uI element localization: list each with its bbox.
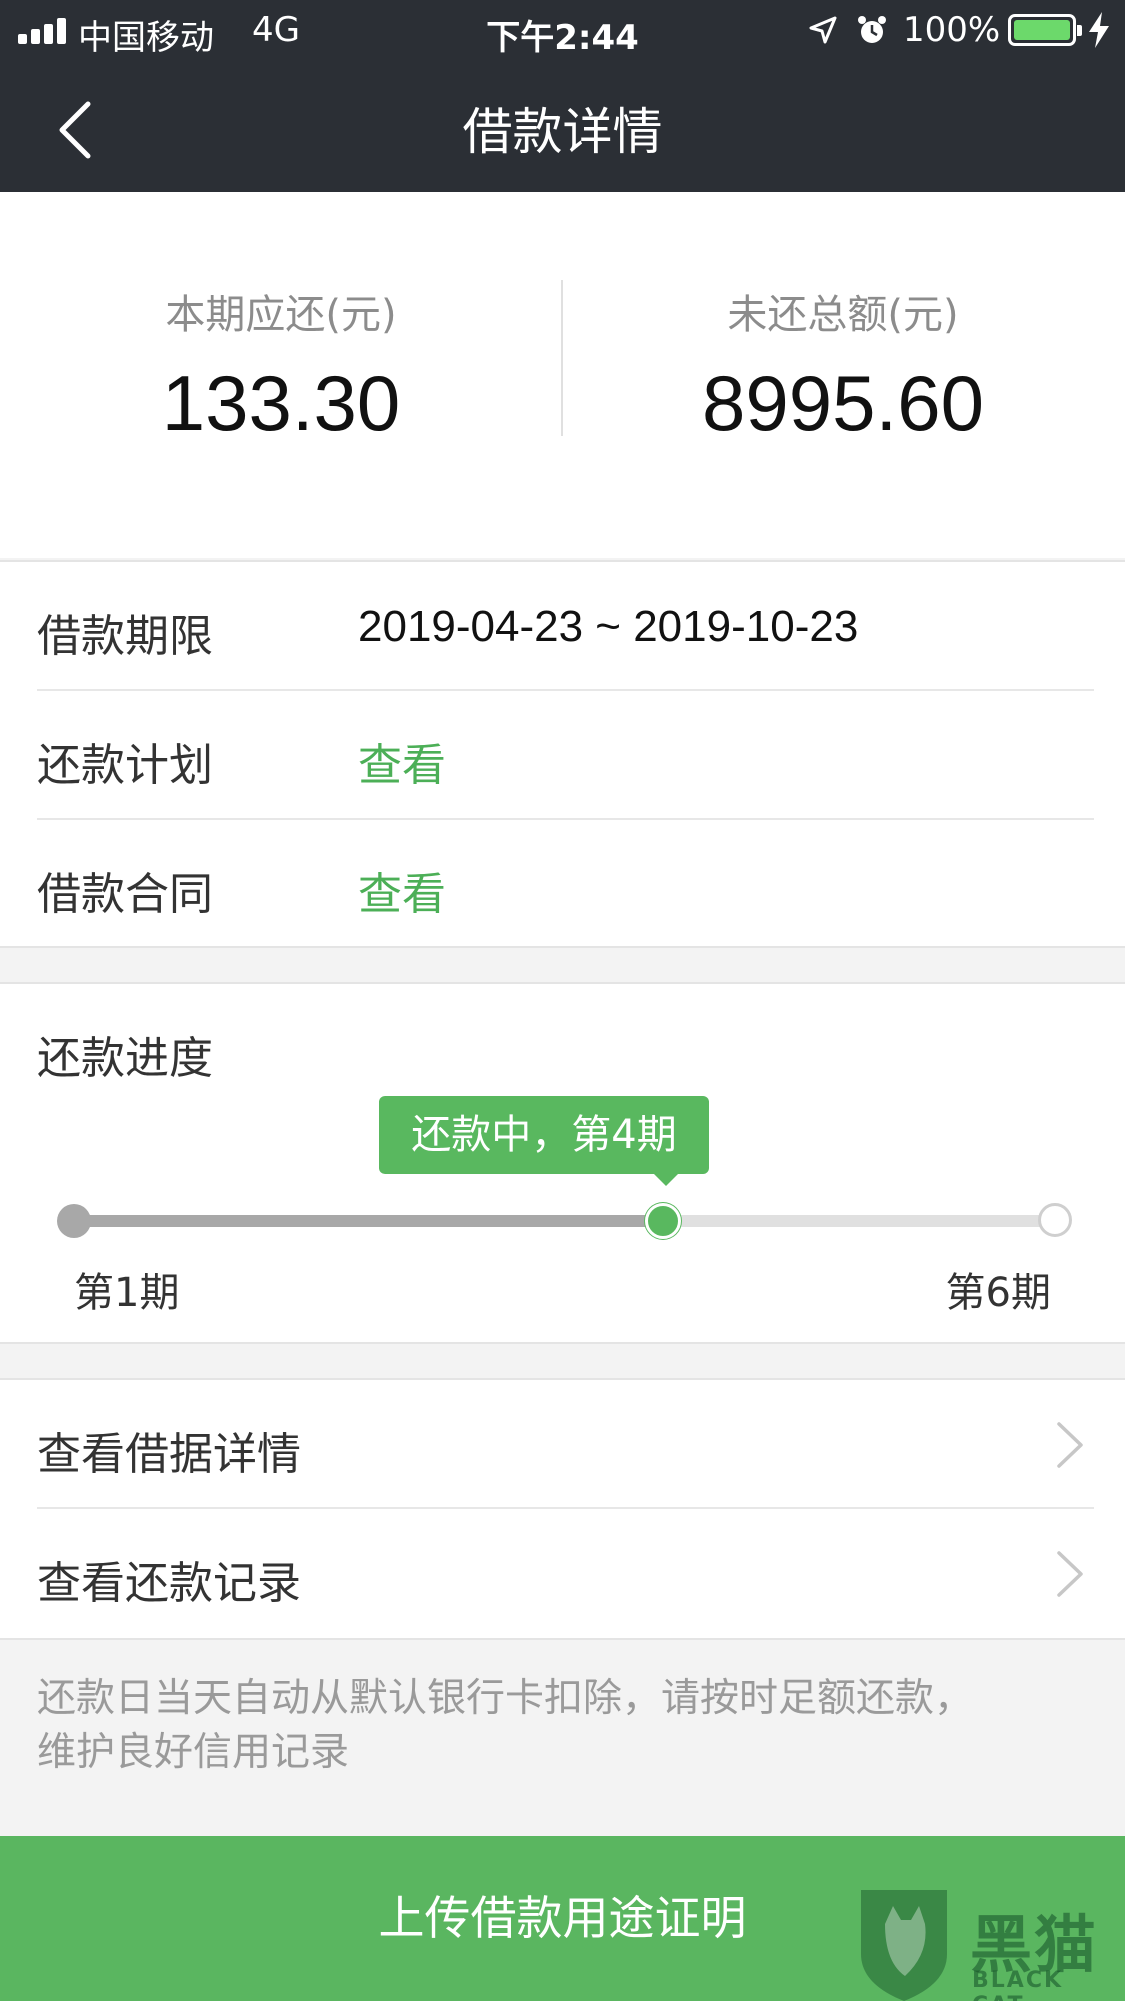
alarm-icon (858, 16, 886, 43)
chevron-right-icon (1057, 1422, 1083, 1468)
link-list: 查看借据详情 查看还款记录 (0, 1378, 1125, 1640)
battery-icon (1008, 14, 1082, 46)
current-due-label: 本期应还(元) (165, 292, 397, 338)
current-due: 本期应还(元) 133.30 (0, 282, 562, 449)
outstanding-label: 未还总额(元) (727, 292, 959, 338)
iou-details-label: 查看借据详情 (37, 1429, 301, 1480)
view-plan-link[interactable]: 查看 (358, 729, 446, 793)
summary-card: 本期应还(元) 133.30 未还总额(元) 8995.60 (0, 192, 1125, 558)
view-contract-link[interactable]: 查看 (358, 858, 446, 922)
repayment-records-row[interactable]: 查看还款记录 (0, 1509, 1125, 1638)
progress-start-label: 第1期 (74, 1270, 180, 1316)
term-value: 2019-04-23 ~ 2019-10-23 (358, 602, 859, 651)
repayment-records-label: 查看还款记录 (37, 1558, 301, 1609)
term-label: 借款期限 (37, 611, 213, 662)
charging-icon (1089, 12, 1109, 48)
progress-end-dot (1038, 1203, 1072, 1237)
page-title: 借款详情 (462, 103, 663, 161)
current-due-value: 133.30 (161, 359, 401, 447)
notice-line: 维护良好信用记录 (37, 1730, 350, 1775)
tooltip-arrow (652, 1172, 680, 1186)
screen: 中国移动 4G 下午2:44 100% 借款详情 本期应还(元) 133.30 … (0, 0, 1125, 2001)
repayment-progress: 还款进度 还款中，第4期 第1期 第6期 (0, 982, 1125, 1344)
progress-fill (72, 1215, 662, 1227)
contract-row: 借款合同 查看 (0, 820, 1125, 949)
progress-current-dot (645, 1203, 681, 1239)
term-row: 借款期限 2019-04-23 ~ 2019-10-23 (0, 562, 1125, 691)
progress-start-dot (57, 1204, 91, 1238)
contract-label: 借款合同 (37, 869, 213, 920)
loan-info: 借款期限 2019-04-23 ~ 2019-10-23 还款计划 查看 借款合… (0, 560, 1125, 948)
progress-title: 还款进度 (37, 1033, 213, 1084)
watermark-subtext: BLACK CAT (972, 1968, 1064, 2001)
iou-details-row[interactable]: 查看借据详情 (0, 1380, 1125, 1509)
outstanding-value: 8995.60 (702, 359, 984, 447)
battery-percent: 100% (903, 10, 1001, 50)
plan-row: 还款计划 查看 (0, 691, 1125, 820)
progress-tooltip: 还款中，第4期 (379, 1096, 709, 1174)
progress-track (72, 1215, 1054, 1227)
progress-end-label: 第6期 (945, 1270, 1051, 1316)
plan-label: 还款计划 (37, 740, 213, 791)
outstanding-total: 未还总额(元) 8995.60 (562, 282, 1124, 449)
notice-line: 还款日当天自动从默认银行卡扣除，请按时足额还款， (37, 1676, 974, 1721)
chevron-right-icon (1057, 1551, 1083, 1597)
repayment-notice: 还款日当天自动从默认银行卡扣除，请按时足额还款， 维护良好信用记录 (37, 1672, 1087, 1780)
location-icon (809, 16, 837, 44)
status-bar: 中国移动 4G 下午2:44 100% (0, 0, 1125, 60)
top-bar: 中国移动 4G 下午2:44 100% 借款详情 (0, 0, 1125, 192)
